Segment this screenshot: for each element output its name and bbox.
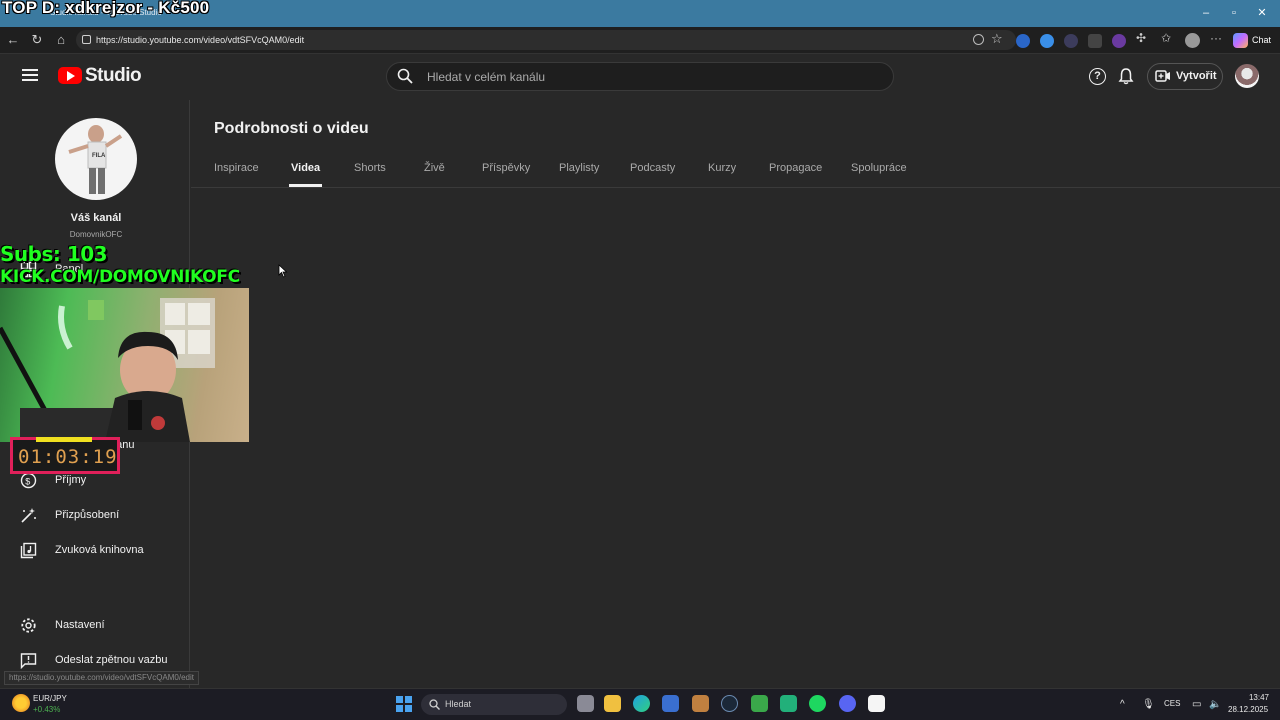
timer-accent-bar: [36, 437, 92, 442]
reload-icon[interactable]: ↻: [29, 32, 45, 48]
task-view-icon[interactable]: [577, 695, 594, 712]
sidebar-item-label: Odeslat zpětnou vazbu: [55, 654, 168, 666]
widget-change[interactable]: +0.43%: [33, 705, 60, 714]
more-menu-icon[interactable]: ···: [1210, 31, 1222, 45]
taskbar-search-label[interactable]: Hledat: [445, 699, 471, 709]
favorite-star-icon[interactable]: ☆: [991, 31, 1003, 47]
feedback-icon: [20, 653, 37, 669]
channel-handle: DomovnikOFC: [69, 230, 123, 239]
extension-icon[interactable]: [1112, 34, 1126, 48]
link-status-tooltip: https://studio.youtube.com/video/vdtSFVc…: [4, 671, 199, 685]
tab-inspiration[interactable]: Inspirace: [214, 162, 259, 174]
channel-avatar-figure: FILA: [68, 125, 123, 194]
sidebar-item-label: Zvuková knihovna: [55, 544, 144, 556]
sidebar-item-settings[interactable]: Nastavení: [20, 615, 190, 637]
app-icon[interactable]: [692, 695, 709, 712]
back-arrow-icon[interactable]: ←: [5, 32, 21, 48]
discord-icon[interactable]: [839, 695, 856, 712]
play-triangle-icon: [67, 71, 75, 81]
profile-avatar[interactable]: [1185, 33, 1200, 48]
svg-text:$: $: [25, 476, 30, 486]
keyboard-language[interactable]: CES: [1164, 699, 1180, 708]
sidebar-item-customization[interactable]: Přizpůsobení: [20, 505, 190, 527]
tab-collaborations[interactable]: Spolupráce: [851, 162, 907, 174]
sidebar-item-label: Přizpůsobení: [55, 509, 120, 521]
channel-name: Váš kanál: [70, 212, 122, 224]
subs-counter-overlay: Subs: 103: [0, 242, 108, 266]
video-camera-plus-icon: [1155, 70, 1170, 82]
sidebar-item-label: Nastavení: [55, 619, 105, 631]
tabs-divider: [191, 187, 1280, 188]
read-aloud-icon[interactable]: [1016, 34, 1030, 48]
kick-url-overlay: KICK.COM/DOMOVNIKOFC: [0, 267, 240, 287]
chat-button[interactable]: Chat: [1230, 31, 1276, 50]
audio-library-icon: [20, 542, 37, 559]
app-icon[interactable]: [780, 695, 797, 712]
create-button-label[interactable]: Vytvořit: [1176, 70, 1217, 82]
store-icon[interactable]: [662, 695, 679, 712]
clock-date[interactable]: 28.12.2025: [1228, 705, 1268, 714]
help-icon[interactable]: ?: [1089, 68, 1106, 85]
favorites-icon[interactable]: ✩: [1161, 31, 1171, 45]
windows-start-icon[interactable]: [396, 696, 412, 712]
studio-logo-text[interactable]: Studio: [85, 65, 142, 87]
widget-icon[interactable]: [12, 694, 30, 712]
tab-shorts[interactable]: Shorts: [354, 162, 386, 174]
svg-text:FILA: FILA: [92, 153, 106, 159]
widget-currency-pair[interactable]: EUR/JPY: [33, 694, 67, 703]
zoom-icon[interactable]: [973, 34, 984, 45]
clock-time[interactable]: 13:47: [1247, 693, 1269, 702]
magic-wand-icon: [21, 508, 36, 523]
capcut-icon[interactable]: [868, 695, 885, 712]
sidebar-item-send-feedback[interactable]: Odeslat zpětnou vazbu: [20, 650, 190, 672]
webcam-scene: [0, 298, 215, 442]
home-icon[interactable]: ⌂: [53, 32, 69, 48]
sidebar-item-label: Příjmy: [55, 474, 87, 486]
tab-courses[interactable]: Kurzy: [708, 162, 736, 174]
tab-playlists[interactable]: Playlisty: [559, 162, 599, 174]
taskbar-search[interactable]: [421, 694, 567, 715]
tab-live[interactable]: Živě: [424, 162, 445, 174]
url-text[interactable]: https://studio.youtube.com/video/vdtSFVc…: [96, 35, 304, 45]
tab-videos[interactable]: Videa: [291, 162, 320, 174]
tab-podcasts[interactable]: Podcasty: [630, 162, 675, 174]
tray-chevron-up-icon[interactable]: ^: [1120, 699, 1125, 710]
edge-browser-icon[interactable]: [633, 695, 650, 712]
extension-icon[interactable]: [1088, 34, 1102, 48]
volume-icon[interactable]: 🔈: [1209, 699, 1221, 710]
account-avatar[interactable]: [1235, 64, 1259, 88]
extension-icon[interactable]: [1064, 34, 1078, 48]
microphone-icon[interactable]: 🎙: [1142, 699, 1155, 710]
stream-timer: 01:03:19: [18, 446, 118, 468]
bell-icon[interactable]: [1118, 67, 1134, 85]
extension-icon[interactable]: [1040, 34, 1054, 48]
stream-overlay-title: TOP D: xdkrejzor - Kč500: [2, 0, 210, 17]
mouse-cursor-icon: [278, 264, 288, 278]
tab-posts[interactable]: Příspěvky: [482, 162, 530, 174]
menu-hamburger-icon[interactable]: [22, 69, 38, 81]
spotify-icon[interactable]: [809, 695, 826, 712]
webcam-overlay: [0, 288, 249, 442]
display-icon[interactable]: ▭: [1192, 699, 1201, 710]
dollar-icon: $: [20, 472, 37, 489]
app-icon[interactable]: [751, 695, 768, 712]
minimize-icon[interactable]: –: [1198, 5, 1214, 21]
extensions-puzzle-icon[interactable]: ✣: [1136, 31, 1146, 45]
maximize-icon[interactable]: ▫: [1226, 5, 1242, 21]
search-placeholder[interactable]: Hledat v celém kanálu: [427, 70, 545, 84]
steam-icon[interactable]: [721, 695, 738, 712]
gear-icon: [21, 618, 36, 633]
search-icon: [429, 699, 440, 710]
tab-promotions[interactable]: Propagace: [769, 162, 822, 174]
file-explorer-icon[interactable]: [604, 695, 621, 712]
close-icon[interactable]: ✕: [1254, 5, 1270, 21]
site-info-icon[interactable]: [82, 35, 91, 44]
sidebar-item-audio-library[interactable]: Zvuková knihovna: [20, 540, 190, 562]
search-icon[interactable]: [397, 68, 413, 84]
channel-avatar[interactable]: FILA: [55, 118, 137, 200]
page-title: Podrobnosti o videu: [214, 120, 369, 137]
